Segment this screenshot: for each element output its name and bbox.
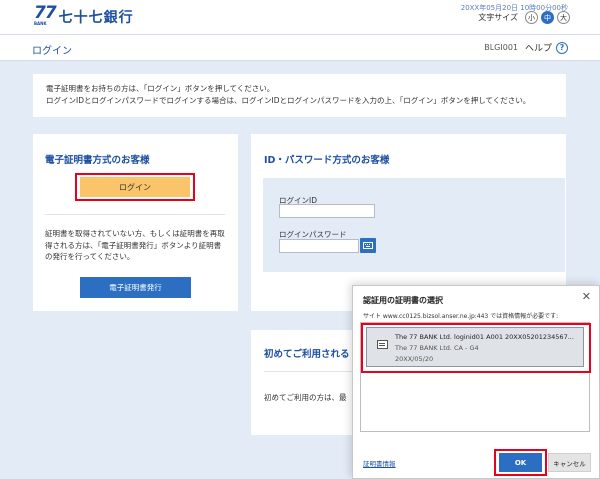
keyboard-icon bbox=[363, 242, 373, 249]
dialog-site-text: サイト www.cc0125.bizsol.anser.ne.jp:443 では… bbox=[363, 313, 559, 320]
font-size-medium-button[interactable]: 中 bbox=[541, 11, 554, 24]
cert-info-link[interactable]: 証明書情報 bbox=[363, 458, 396, 468]
cert-login-button[interactable]: ログイン bbox=[80, 177, 190, 197]
page-title: ログイン bbox=[32, 46, 72, 57]
help-link[interactable]: ヘルプ ? bbox=[525, 41, 568, 54]
font-size-small-button[interactable]: 小 bbox=[525, 11, 538, 24]
font-size-selector: 文字サイズ 小 中 大 bbox=[478, 11, 570, 24]
help-icon: ? bbox=[556, 41, 568, 54]
header: 77 BANK 七十七銀行 20XX年05月20日 10時00分00秒 文字サイ… bbox=[0, 0, 600, 34]
bank-logo[interactable]: 77 BANK 七十七銀行 bbox=[34, 3, 134, 27]
cert-description: 証明書を取得されていない方、もしくは証明書を再取得される方は、「電子証明書発行」… bbox=[45, 229, 225, 261]
cert-select-dialog: 認証用の証明書の選択 ✕ サイト www.cc0125.bizsol.anser… bbox=[352, 285, 600, 479]
credentials-panel bbox=[263, 178, 565, 272]
login-password-input[interactable] bbox=[279, 239, 359, 253]
divider bbox=[45, 214, 225, 215]
logo-mark: 77 bbox=[34, 3, 57, 23]
title-bar: ログイン BLGI001 ヘルプ ? bbox=[0, 34, 600, 61]
first-time-description: 初めてご利用の方は、最 bbox=[264, 393, 347, 402]
help-label: ヘルプ bbox=[524, 44, 552, 54]
first-time-title: 初めてご利用される bbox=[264, 349, 350, 360]
cert-highlight bbox=[361, 323, 591, 373]
cert-card-title: 電子証明書方式のお客様 bbox=[45, 155, 150, 166]
cert-list[interactable]: The 77 BANK Ltd. loginid01 A001 20XX0520… bbox=[360, 322, 591, 432]
info-line-1: 電子証明書をお持ちの方は、「ログイン」ボタンを押してください。 bbox=[46, 84, 275, 93]
cert-issue-button[interactable]: 電子証明書発行 bbox=[80, 277, 191, 298]
font-size-large-button[interactable]: 大 bbox=[557, 11, 570, 24]
ok-button[interactable]: OK bbox=[499, 453, 542, 472]
cancel-button[interactable]: キャンセル bbox=[548, 453, 591, 472]
software-keyboard-button[interactable] bbox=[360, 238, 376, 253]
info-box: 電子証明書をお持ちの方は、「ログイン」ボタンを押してください。 ログインIDとロ… bbox=[33, 74, 566, 117]
logo-sub: BANK bbox=[34, 21, 47, 26]
page-id: BLGI001 bbox=[484, 43, 518, 52]
logo-name: 七十七銀行 bbox=[58, 10, 134, 26]
font-size-label: 文字サイズ bbox=[478, 13, 518, 22]
close-icon[interactable]: ✕ bbox=[582, 290, 591, 303]
login-id-input[interactable] bbox=[279, 204, 375, 218]
dialog-title: 認証用の証明書の選択 bbox=[363, 296, 443, 305]
id-card-title: ID・パスワード方式のお客様 bbox=[264, 155, 390, 166]
info-line-2: ログインIDとログインパスワードでログインする場合は、ログインIDとログインパス… bbox=[46, 96, 531, 105]
